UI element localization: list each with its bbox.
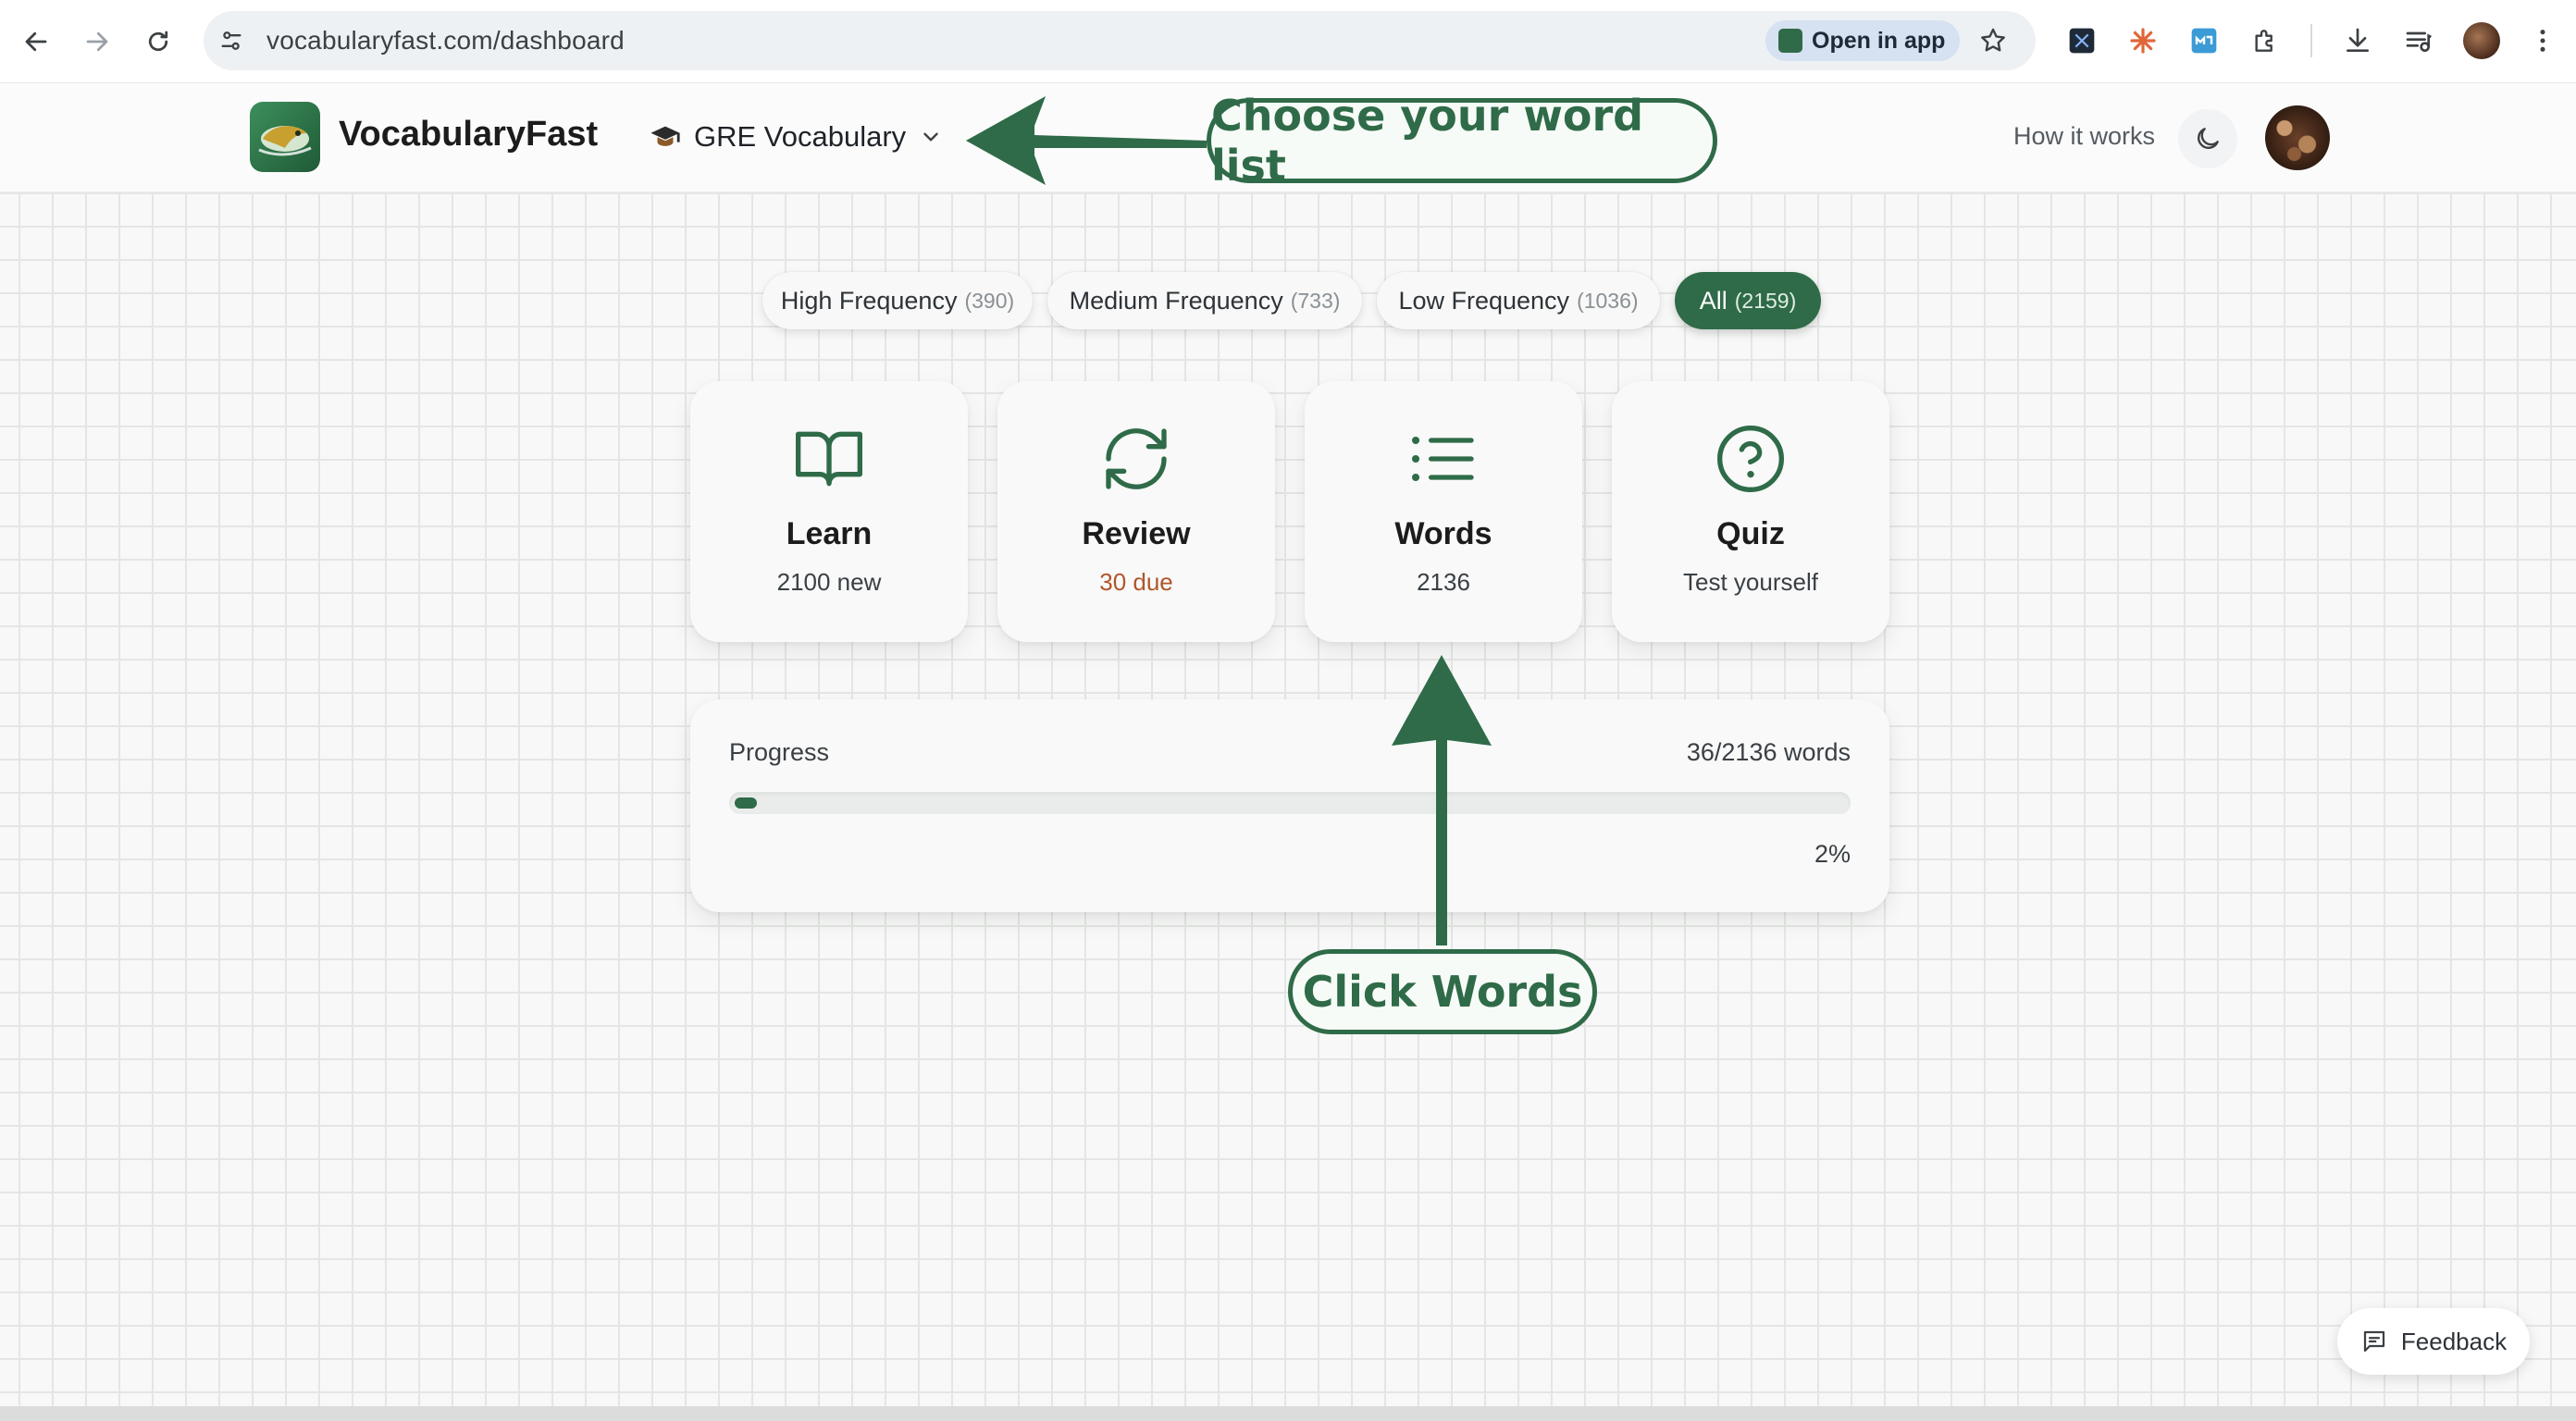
browser-toolbar: vocabularyfast.com/dashboard Open in app [0, 0, 2576, 83]
card-subtitle: Test yourself [1683, 568, 1818, 596]
learn-card[interactable]: Learn 2100 new [690, 381, 968, 642]
theme-toggle-button[interactable] [2178, 109, 2237, 168]
how-it-works-link[interactable]: How it works [2013, 122, 2155, 151]
brand-name[interactable]: VocabularyFast [339, 115, 598, 154]
filter-all[interactable]: All (2159) [1675, 272, 1821, 329]
filter-label: High Frequency [780, 286, 958, 315]
more-menu-icon[interactable] [2524, 22, 2561, 59]
forward-button[interactable] [76, 20, 118, 63]
progress-fill [735, 797, 757, 809]
extension-dark-icon[interactable] [2063, 22, 2100, 59]
reload-button[interactable] [137, 20, 180, 63]
filter-count: (733) [1290, 288, 1341, 313]
filter-count: (1036) [1577, 288, 1639, 313]
card-title: Learn [786, 516, 873, 551]
choose-list-callout: Choose your word list [1207, 91, 1717, 191]
feedback-label: Feedback [2400, 1327, 2508, 1355]
extensions-puzzle-icon[interactable] [2247, 22, 2284, 59]
chevron-down-icon [923, 132, 938, 142]
card-subtitle-due: 30 due [1099, 568, 1173, 596]
vocabularyfast-logo[interactable] [250, 102, 320, 172]
arrow-left-icon [25, 31, 47, 52]
profile-avatar[interactable] [2463, 22, 2500, 59]
user-avatar[interactable] [2265, 105, 2330, 170]
window-bottom-edge [0, 1406, 2576, 1421]
filter-count: (390) [964, 288, 1015, 313]
filter-count: (2159) [1734, 288, 1797, 313]
site-settings-icon[interactable] [218, 28, 244, 58]
book-open-icon [796, 431, 862, 487]
download-icon[interactable] [2339, 22, 2376, 59]
progress-card: Progress 36/2136 words 2% [690, 699, 1889, 912]
progress-label: Progress [729, 738, 830, 766]
app-icon [1778, 29, 1802, 53]
media-queue-icon[interactable] [2400, 22, 2437, 59]
extension-blue-icon[interactable] [2186, 22, 2223, 59]
word-list-selector[interactable]: GRE Vocabulary [650, 115, 943, 159]
review-card[interactable]: Review 30 due [997, 381, 1275, 642]
bookmark-star-icon[interactable] [1978, 26, 2008, 60]
filter-label: Medium Frequency [1069, 286, 1283, 315]
toolbar-divider [2310, 24, 2312, 57]
card-subtitle: 2100 new [776, 568, 882, 596]
word-list-label: GRE Vocabulary [694, 120, 907, 153]
reload-icon [148, 31, 168, 52]
card-title: Words [1394, 516, 1492, 551]
filter-high-frequency[interactable]: High Frequency (390) [762, 272, 1033, 329]
card-subtitle: 2136 [1417, 568, 1470, 596]
url-text[interactable]: vocabularyfast.com/dashboard [266, 26, 625, 56]
arrow-right-icon [86, 31, 108, 52]
progress-track [729, 792, 1851, 814]
list-icon [1412, 437, 1474, 481]
progress-count: 36/2136 words [1686, 738, 1851, 766]
card-title: Review [1082, 516, 1191, 551]
graduation-cap-icon [650, 126, 680, 146]
open-in-app-label: Open in app [1812, 27, 1946, 54]
filter-label: All [1699, 286, 1728, 315]
progress-percent: 2% [1814, 840, 1851, 868]
card-title: Quiz [1716, 516, 1785, 551]
filter-label: Low Frequency [1398, 286, 1570, 315]
click-words-callout: Click Words [1288, 949, 1597, 1034]
refresh-icon [1106, 428, 1167, 489]
filter-medium-frequency[interactable]: Medium Frequency (733) [1047, 272, 1362, 329]
filter-low-frequency[interactable]: Low Frequency (1036) [1377, 272, 1660, 329]
moon-icon [2198, 128, 2219, 149]
words-card[interactable]: Words 2136 [1305, 381, 1582, 642]
question-circle-icon [1717, 426, 1784, 492]
extension-sunburst-icon[interactable] [2124, 22, 2161, 59]
feedback-button[interactable]: Feedback [2337, 1308, 2530, 1375]
back-button[interactable] [15, 20, 57, 63]
quiz-card[interactable]: Quiz Test yourself [1612, 381, 1889, 642]
address-bar[interactable]: vocabularyfast.com/dashboard Open in app [204, 11, 2036, 70]
open-in-app-button[interactable]: Open in app [1765, 20, 1960, 61]
feedback-message-icon [2363, 1330, 2385, 1353]
